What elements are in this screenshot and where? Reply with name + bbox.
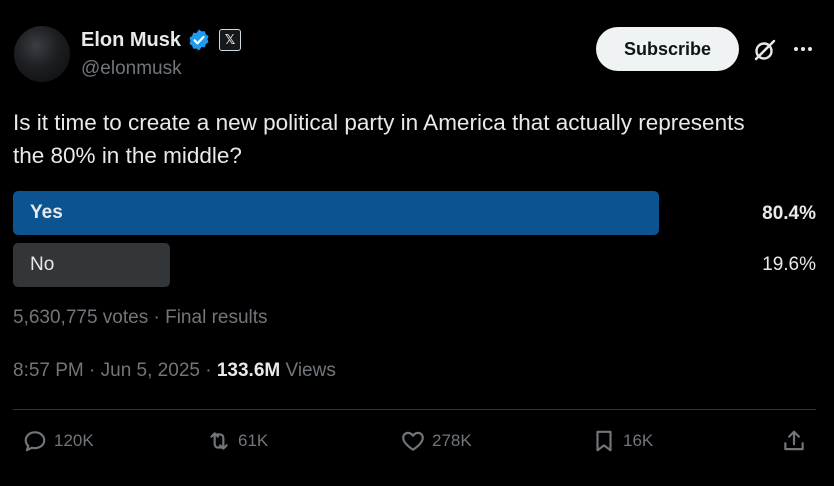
more-icon[interactable] xyxy=(790,36,816,62)
author-name-row: Elon Musk 𝕏 xyxy=(81,28,242,52)
subscribe-button[interactable]: Subscribe xyxy=(596,27,739,71)
share-icon xyxy=(784,430,804,451)
like-count: 278K xyxy=(432,431,472,450)
repost-button[interactable]: 61K xyxy=(206,428,268,454)
poll-option-yes: Yes xyxy=(13,191,659,235)
poll-option-label: Yes xyxy=(30,202,63,223)
post-text: Is it time to create a new political par… xyxy=(13,110,745,168)
x-logo-icon: 𝕏 xyxy=(219,29,242,51)
divider xyxy=(13,409,816,410)
author-name[interactable]: Elon Musk xyxy=(81,29,181,52)
poll-option-percent: 80.4% xyxy=(762,203,816,224)
poll-option-percent: 19.6% xyxy=(762,254,816,275)
like-icon xyxy=(402,431,424,451)
avatar[interactable] xyxy=(14,26,70,82)
repost-icon xyxy=(210,432,228,450)
repost-count: 61K xyxy=(238,431,269,450)
reply-count: 120K xyxy=(54,431,94,450)
post-meta: 8:57 PM · Jun 5, 2025 · 133.6M Views xyxy=(13,360,336,382)
reply-icon xyxy=(24,431,46,452)
bookmark-icon xyxy=(596,430,612,452)
grok-icon[interactable] xyxy=(752,37,778,63)
poll-option-no: No xyxy=(13,243,170,287)
author-handle[interactable]: @elonmusk xyxy=(81,58,182,80)
bookmark-count: 16K xyxy=(623,431,654,450)
views-count: 133.6M xyxy=(216,360,281,381)
bookmark-button[interactable]: 16K xyxy=(591,428,653,454)
views-label: Views xyxy=(280,360,336,381)
post-timestamp[interactable]: 8:57 PM · Jun 5, 2025 · xyxy=(13,360,217,381)
like-button[interactable]: 278K xyxy=(400,428,472,454)
verified-icon[interactable] xyxy=(187,28,211,52)
share-button[interactable] xyxy=(781,428,807,454)
poll-summary: 5,630,775 votes · Final results xyxy=(13,307,268,328)
reply-button[interactable]: 120K xyxy=(22,428,94,454)
poll-option-label: No xyxy=(30,254,55,275)
